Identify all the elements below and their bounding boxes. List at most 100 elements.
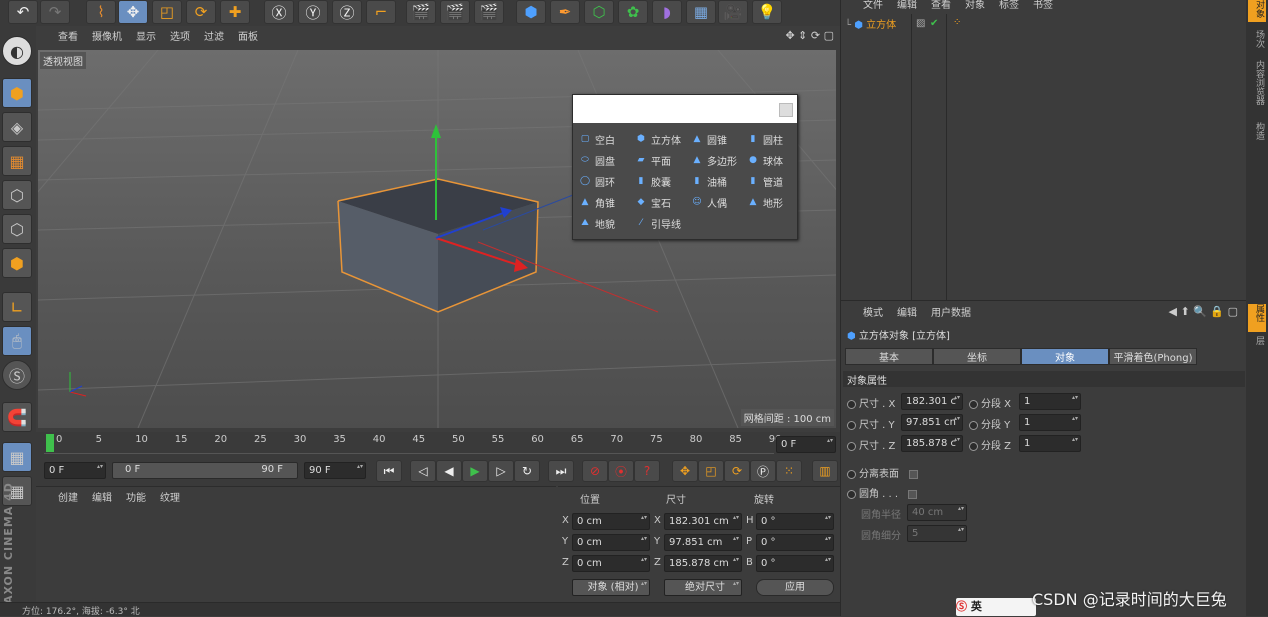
z-axis-button[interactable]: Ⓩ [332,0,362,24]
key-param-button[interactable]: Ⓟ [750,460,776,482]
redo-button[interactable]: ↷ [40,0,70,24]
next-frame-button[interactable]: ▷ [488,460,514,482]
attr-menu-mode[interactable]: 模式 [863,304,883,319]
coord-size-field[interactable]: 182.301 cm [664,513,742,530]
pen-button[interactable]: ✒ [550,0,580,24]
points-mode-button[interactable]: ⬡ [2,180,32,210]
attr-segment-field[interactable]: 1 [1019,393,1081,410]
popup-item[interactable]: ◯ 圆环 [575,171,631,191]
size-mode-select[interactable]: 绝对尺寸 [664,579,742,596]
x-axis-button[interactable]: Ⓧ [264,0,294,24]
tab-takes[interactable]: 场次 [1248,30,1266,52]
polygons-mode-button[interactable]: ⬢ [2,248,32,278]
end-frame-field[interactable]: 90 F [304,462,366,479]
fillet-radius-field[interactable]: 40 cm [907,504,967,521]
live-select-button[interactable]: ⌇ [86,0,116,24]
render-picture-button[interactable]: 🎬 [440,0,470,24]
cube-object-button[interactable]: ⬢ [516,0,546,24]
obj-menu-edit[interactable]: 编辑 [897,0,917,11]
material-menu-create[interactable]: 创建 [58,489,78,504]
autokey-button[interactable]: ⦿ [608,460,634,482]
model-mode-button[interactable]: ⬢ [2,78,32,108]
timeline-playhead[interactable] [46,434,54,452]
key-rotation-button[interactable]: ⟳ [724,460,750,482]
viewport-menu-panel[interactable]: 面板 [238,28,258,43]
edges-mode-button[interactable]: ⬡ [2,214,32,244]
attr-menu-userdata[interactable]: 用户数据 [931,304,971,319]
viewport-nav-icons[interactable]: ✥ ⇕ ⟳ ▢ [785,29,834,42]
render-view-button[interactable]: 🎬 [406,0,436,24]
fillet-row[interactable]: 圆角 . . . [847,485,918,500]
subdivision-button[interactable]: ⬡ [584,0,614,24]
viewport-canvas[interactable]: 透视视图 网格间距 : 100 cm ▢ 空白 ⬢ 立方体 ▲ 圆锥 ▮ 圆柱 ⬭ 圆盘 ▰ 平面 ▲ 多… [38,50,836,428]
undo-button[interactable]: ↶ [8,0,38,24]
popup-item[interactable]: ▮ 管道 [743,171,799,191]
material-menu-texture[interactable]: 纹理 [160,489,180,504]
popup-item[interactable]: ⁄ 引导线 [631,213,687,233]
popup-item[interactable]: ▮ 圆柱 [743,129,799,149]
obj-menu-object[interactable]: 对象 [965,0,985,11]
attr-tab-phong[interactable]: 平滑着色(Phong) [1109,348,1197,365]
snap-button[interactable]: Ⓢ [2,360,32,390]
magnet-button[interactable]: 🧲 [2,402,32,432]
tab-structure[interactable]: 构造 [1248,122,1266,144]
popup-item[interactable]: ⬭ 圆盘 [575,150,631,170]
coord-rotation-field[interactable]: 0 ° [756,534,834,551]
attr-size-field[interactable]: 97.851 cn [901,414,963,431]
coord-mode-select[interactable]: 对象 (相对) [572,579,650,596]
record-button[interactable]: ⊘ [582,460,608,482]
popup-item[interactable]: ☺ 人偶 [687,192,743,212]
coord-position-field[interactable]: 0 cm [572,513,650,530]
coord-rotation-field[interactable]: 0 ° [756,555,834,572]
tab-layers[interactable]: 层 [1248,336,1266,358]
material-menu-edit[interactable]: 编辑 [92,489,112,504]
popup-item[interactable]: ▲ 角锥 [575,192,631,212]
popup-item[interactable]: ● 球体 [743,150,799,170]
coord-position-field[interactable]: 0 cm [572,555,650,572]
array-button[interactable]: ✿ [618,0,648,24]
separate-surfaces-row[interactable]: 分离表面 [847,465,918,480]
axis-mode-button[interactable]: ∟ [2,292,32,322]
key-position-button[interactable]: ✥ [672,460,698,482]
material-menu-function[interactable]: 功能 [126,489,146,504]
goto-start-button[interactable]: ⏮ [376,460,402,482]
popup-item[interactable]: ▮ 油桶 [687,171,743,191]
scale-tool-button[interactable]: ◰ [152,0,182,24]
prev-frame-button[interactable]: ◀ [436,460,462,482]
layer-icon[interactable]: ▨ [916,18,925,29]
coord-size-field[interactable]: 97.851 cm [664,534,742,551]
obj-menu-view[interactable]: 查看 [931,0,951,11]
attr-menu-edit[interactable]: 编辑 [897,304,917,319]
obj-menu-file[interactable]: 文件 [863,0,883,11]
attr-segment-field[interactable]: 1 [1019,435,1081,452]
render-settings-button[interactable]: 🎬 [474,0,504,24]
obj-menu-bookmark[interactable]: 书签 [1033,0,1053,11]
object-tree-row[interactable]: └ ⬢ 立方体 [845,16,911,34]
deformer-button[interactable]: ◗ [652,0,682,24]
y-axis-button[interactable]: Ⓨ [298,0,328,24]
prev-key-button[interactable]: ◁ [410,460,436,482]
range-slider[interactable]: 0 F 90 F [112,462,298,479]
workplane-button[interactable]: ▦ [2,146,32,176]
popup-item[interactable]: ▢ 空白 [575,129,631,149]
popup-item[interactable]: ▲ 地形 [743,192,799,212]
move-tool-button[interactable]: ✥ [118,0,148,24]
viewport-menu-display[interactable]: 显示 [136,28,156,43]
popup-item[interactable]: ⬢ 立方体 [631,129,687,149]
tab-attributes[interactable]: 属性 [1248,304,1266,332]
coord-size-field[interactable]: 185.878 cm [664,555,742,572]
viewport-menu-view[interactable]: 查看 [58,28,78,43]
attr-segment-field[interactable]: 1 [1019,414,1081,431]
separate-surfaces-checkbox[interactable] [909,469,918,479]
goto-end-button[interactable]: ⏭ [548,460,574,482]
fillet-checkbox[interactable] [908,489,918,499]
enabled-check-icon[interactable]: ✔ [930,18,938,29]
tweak-mode-button[interactable]: 🖱 [2,326,32,356]
tab-content-browser[interactable]: 内容浏览器 [1248,60,1266,114]
popup-close-button[interactable] [779,103,793,117]
timeline-window-button[interactable]: ▥ [812,460,838,482]
attr-size-field[interactable]: 185.878 c [901,435,963,452]
key-scale-button[interactable]: ◰ [698,460,724,482]
lock-workplane-button[interactable]: ▦ [2,442,32,472]
camera-button[interactable]: 🎥 [718,0,748,24]
